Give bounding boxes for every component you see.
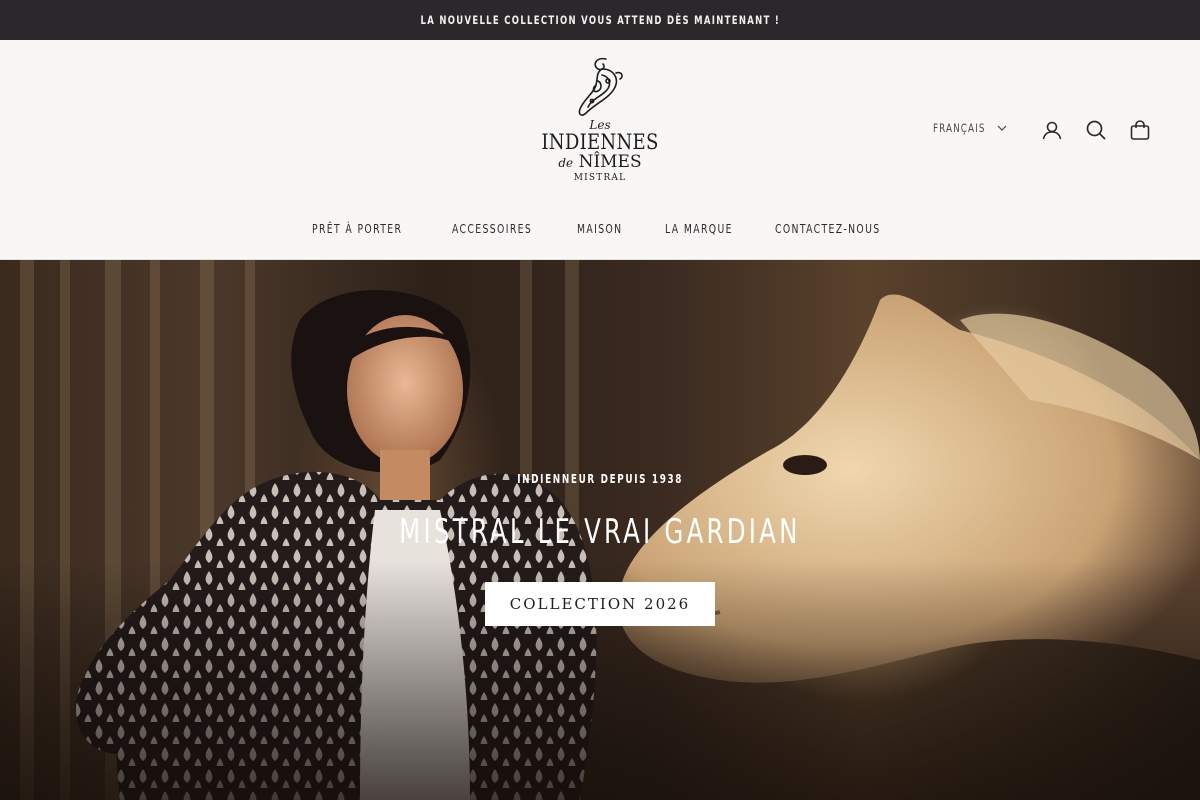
hero-content: INDIENNEUR DEPUIS 1938 MISTRAL LE VRAI G… (0, 470, 1200, 552)
brand-logo[interactable]: Les INDIENNES de NÎMES MISTRAL (520, 55, 680, 205)
nav-item-la-marque[interactable]: LA MARQUE (665, 222, 733, 236)
brand-nimes-line: de NÎMES (520, 153, 680, 172)
nav-item-accessoires[interactable]: ACCESSOIRES (452, 222, 532, 236)
account-button[interactable] (1040, 118, 1064, 142)
nav-item-pret-a-porter[interactable]: PRÊT À PORTER (312, 222, 402, 236)
account-icon (1042, 121, 1062, 140)
nav-item-contactez-nous[interactable]: CONTACTEZ-NOUS (775, 222, 881, 236)
main-navigation: PRÊT À PORTER ACCESSOIRES MAISON LA MARQ… (0, 222, 1200, 242)
cart-icon (1130, 120, 1150, 140)
brand-indiennes: INDIENNES (541, 130, 659, 154)
cart-button[interactable] (1128, 118, 1152, 142)
announcement-text: LA NOUVELLE COLLECTION VOUS ATTEND DÈS M… (420, 13, 780, 27)
site-header: Les INDIENNES de NÎMES MISTRAL FRANÇAIS (0, 40, 1200, 260)
brand-de: de (558, 156, 574, 170)
hero-banner: INDIENNEUR DEPUIS 1938 MISTRAL LE VRAI G… (0, 260, 1200, 800)
collection-button-label: COLLECTION 2026 (509, 595, 691, 613)
paisley-emblem-icon (578, 57, 623, 116)
hero-headline: MISTRAL LE VRAI GARDIAN (399, 512, 801, 552)
language-label: FRANÇAIS (933, 121, 986, 135)
brand-mistral: MISTRAL (573, 173, 627, 183)
chevron-down-icon (997, 125, 1007, 131)
brand-nimes: NÎMES (578, 152, 642, 172)
language-selector[interactable]: FRANÇAIS (933, 121, 1007, 135)
search-button[interactable] (1084, 118, 1108, 142)
nav-item-maison[interactable]: MAISON (577, 222, 623, 236)
announcement-bar: LA NOUVELLE COLLECTION VOUS ATTEND DÈS M… (0, 0, 1200, 40)
collection-button[interactable]: COLLECTION 2026 (485, 582, 715, 626)
search-icon (1086, 120, 1106, 140)
hero-eyebrow: INDIENNEUR DEPUIS 1938 (517, 472, 683, 486)
